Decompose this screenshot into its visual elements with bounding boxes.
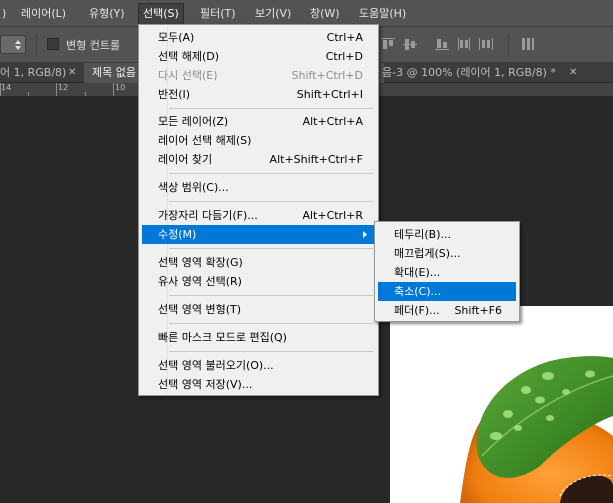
menu-layer[interactable]: 레이어(L) (17, 4, 70, 24)
menu-item-find-layers[interactable]: 레이어 찾기 Alt+Shift+Ctrl+F (142, 150, 375, 169)
ruler-tick (28, 92, 29, 96)
transform-controls-label: 변형 컨트롤 (66, 39, 121, 52)
leaf-orange-image (460, 356, 613, 503)
submenu-item-border[interactable]: 테두리(B)... (378, 225, 516, 244)
menu-item-reselect: 다시 선택(E) Shift+Ctrl+D (142, 66, 375, 85)
menu-item-shortcut: Alt+Shift+Ctrl+F (269, 153, 363, 166)
menu-item-label: 색상 범위(C)... (158, 181, 229, 194)
menu-item-label: 모든 레이어(Z) (158, 115, 229, 128)
menu-item-label: 선택 해제(D) (158, 50, 220, 63)
distribute-horizontal-icon[interactable] (456, 36, 472, 52)
menu-select[interactable]: 선택(S) (138, 3, 184, 25)
transform-controls-checkbox[interactable] (47, 38, 59, 50)
menu-item-inverse[interactable]: 반전(I) Shift+Ctrl+I (142, 85, 375, 104)
ruler-label: 10 (115, 83, 126, 92)
menu-item-label: 유사 영역 선택(R) (158, 275, 242, 288)
ruler-tick (0, 83, 1, 96)
menu-item-deselect[interactable]: 선택 해제(D) Ctrl+D (142, 47, 375, 66)
menu-item-save-selection[interactable]: 선택 영역 저장(V)... (142, 375, 375, 394)
menu-view[interactable]: 보기(V) (251, 4, 295, 24)
menu-item-modify[interactable]: 수정(M) (142, 225, 375, 244)
menu-separator (169, 323, 373, 324)
menu-item-label: 선택 영역 확장(G) (158, 256, 243, 269)
menu-window[interactable]: 창(W) (306, 4, 344, 24)
menu-item-grow[interactable]: 선택 영역 확장(G) (142, 253, 375, 272)
menu-item-quick-mask[interactable]: 빠른 마스크 모드로 편집(Q) (142, 328, 375, 347)
menu-item-label: 모두(A) (158, 31, 195, 44)
menu-item-label: 다시 선택(E) (158, 69, 218, 82)
ruler-label: 14 (1, 83, 12, 92)
menu-item-deselect-layers[interactable]: 레이어 선택 해제(S) (142, 131, 375, 150)
menu-item-load-selection[interactable]: 선택 영역 불러오기(O)... (142, 356, 375, 375)
menu-separator (169, 173, 373, 174)
tab-label: 어 1, RGB/8) (0, 66, 67, 79)
tab-label: 제목 없음 (92, 66, 136, 79)
menu-item-shortcut: Ctrl+A (326, 31, 363, 44)
menu-item-shortcut: Shift+F6 (454, 304, 502, 317)
menu-item-label: 빠른 마스크 모드로 편집(Q) (158, 331, 287, 344)
menu-item-label: 반전(I) (158, 88, 191, 101)
options-separator (508, 33, 509, 57)
menu-item-label: 레이어 찾기 (158, 153, 213, 166)
ruler-tick (56, 83, 57, 96)
menu-item-label: 수정(M) (158, 228, 197, 241)
submenu-item-smooth[interactable]: 매끄럽게(S)... (378, 244, 516, 263)
menu-item-similar[interactable]: 유사 영역 선택(R) (142, 272, 375, 291)
ruler-tick (113, 83, 114, 96)
menu-item-label: 선택 영역 불러오기(O)... (158, 359, 274, 372)
menu-item-shortcut: Alt+Ctrl+R (302, 209, 363, 222)
ruler-label: 12 (58, 83, 69, 92)
menu-separator (169, 295, 373, 296)
menu-separator (169, 108, 373, 109)
menu-item-label: 확대(E)... (394, 266, 441, 279)
menubar: ) 레이어(L) 유형(Y) 선택(S) 필터(T) 보기(V) 창(W) 도움… (0, 0, 613, 27)
menu-item-all-layers[interactable]: 모든 레이어(Z) Alt+Ctrl+A (142, 112, 375, 131)
close-icon[interactable]: ✕ (68, 63, 76, 83)
menu-item-label: 테두리(B)... (394, 228, 451, 241)
menu-item-all[interactable]: 모두(A) Ctrl+A (142, 28, 375, 47)
menu-item-shortcut: Ctrl+D (325, 50, 363, 63)
modify-submenu: 테두리(B)... 매끄럽게(S)... 확대(E)... 축소(C)... 페… (374, 221, 520, 322)
align-bottom-edges-icon[interactable] (434, 36, 450, 52)
menu-help[interactable]: 도움말(H) (355, 4, 410, 24)
menu-item-shortcut: Alt+Ctrl+A (302, 115, 363, 128)
menu-item-label: 선택 영역 저장(V)... (158, 378, 253, 391)
updown-arrows-icon (15, 40, 21, 50)
options-separator (36, 33, 37, 57)
canvas-document[interactable] (390, 306, 613, 503)
menu-separator (169, 248, 373, 249)
align-top-edges-icon[interactable] (380, 36, 396, 52)
submenu-item-feather[interactable]: 페더(F)... Shift+F6 (378, 301, 516, 320)
distribute-centers-icon[interactable] (478, 36, 494, 52)
tool-preset-select[interactable] (0, 35, 26, 54)
menu-item-refine-edge[interactable]: 가장자리 다듬기(F)... Alt+Ctrl+R (142, 206, 375, 225)
menu-item-label: 레이어 선택 해제(S) (158, 134, 252, 147)
auto-align-layers-icon[interactable] (520, 36, 536, 52)
submenu-item-expand[interactable]: 확대(E)... (378, 263, 516, 282)
ruler-tick (85, 92, 86, 96)
submenu-arrow-icon (363, 231, 367, 238)
menu-filter[interactable]: 필터(T) (196, 4, 240, 24)
select-dropdown-menu: 모두(A) Ctrl+A 선택 해제(D) Ctrl+D 다시 선택(E) Sh… (138, 24, 379, 396)
tab-document-3[interactable]: 음-3 @ 100% (레이어 1, RGB/8) * (378, 63, 578, 83)
align-vertical-centers-icon[interactable] (402, 36, 418, 52)
submenu-item-contract[interactable]: 축소(C)... (378, 282, 516, 301)
menu-item-label: 매끄럽게(S)... (394, 247, 461, 260)
menu-item-shortcut: Shift+Ctrl+I (296, 88, 363, 101)
menu-item-label: 페더(F)... (394, 304, 440, 317)
menu-item-label: 가장자리 다듬기(F)... (158, 209, 258, 222)
menu-item-label: 축소(C)... (394, 285, 441, 298)
menu-image-partial[interactable]: ) (0, 4, 10, 24)
menu-type[interactable]: 유형(Y) (85, 4, 129, 24)
menu-item-transform-selection[interactable]: 선택 영역 변형(T) (142, 300, 375, 319)
menu-item-color-range[interactable]: 색상 범위(C)... (142, 178, 375, 197)
menu-separator (169, 201, 373, 202)
menu-separator (169, 351, 373, 352)
close-icon[interactable]: ✕ (569, 63, 577, 83)
menu-item-label: 선택 영역 변형(T) (158, 303, 242, 316)
menu-item-shortcut: Shift+Ctrl+D (291, 69, 363, 82)
tab-label: 음-3 @ 100% (레이어 1, RGB/8) * (382, 66, 556, 79)
